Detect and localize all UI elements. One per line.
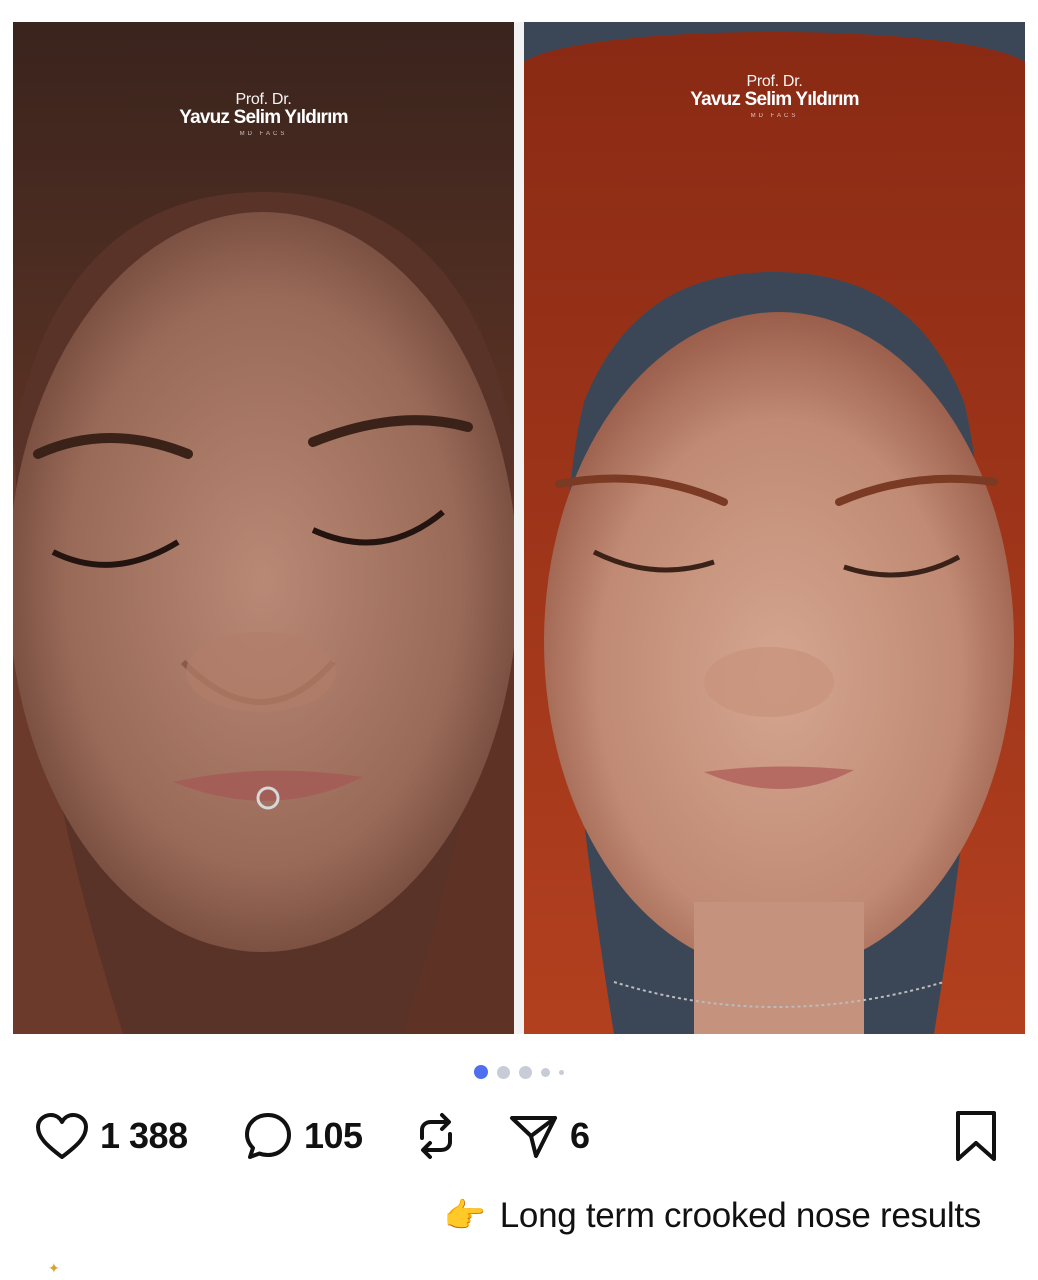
post-caption: 👉 Long term crooked nose results xyxy=(443,1192,982,1240)
comment-button[interactable]: 105 xyxy=(242,1108,363,1164)
watermark-title: Prof. Dr. xyxy=(746,73,803,90)
before-photo: Prof. Dr. Yavuz Selim Yıldırım MD FACS xyxy=(13,22,514,1034)
repost-icon xyxy=(420,1113,452,1159)
carousel-dot[interactable] xyxy=(519,1065,532,1079)
like-count: 1 388 xyxy=(100,1115,188,1156)
watermark-sub: MD FACS xyxy=(750,113,799,119)
watermark-name: Yavuz Selim Yıldırım xyxy=(690,89,859,110)
caption-text: Long term crooked nose results xyxy=(499,1196,982,1235)
save-button[interactable] xyxy=(952,1108,1000,1164)
send-icon xyxy=(510,1116,557,1158)
watermark-sub: MD FACS xyxy=(239,131,288,137)
sparkle-icon: ✦ xyxy=(48,1260,60,1276)
post-action-bar: 1 388 105 6 xyxy=(0,1108,1038,1164)
carousel-dot[interactable] xyxy=(497,1065,510,1079)
heart-icon xyxy=(36,1113,88,1159)
share-count: 6 xyxy=(570,1115,590,1156)
share-button[interactable]: 6 xyxy=(508,1108,590,1164)
after-photo: Prof. Dr. Yavuz Selim Yıldırım MD FACS xyxy=(524,22,1025,1034)
watermark-title: Prof. Dr. xyxy=(235,91,292,108)
carousel-dot[interactable] xyxy=(541,1067,550,1077)
repost-button[interactable] xyxy=(412,1108,460,1164)
carousel-dot-active[interactable] xyxy=(474,1065,488,1079)
carousel-indicator xyxy=(0,1064,1038,1080)
post-image-carousel[interactable]: Prof. Dr. Yavuz Selim Yıldırım MD FACS P… xyxy=(13,22,1025,1034)
carousel-dot[interactable] xyxy=(559,1069,564,1075)
comment-bubble-icon xyxy=(245,1113,291,1159)
bookmark-icon xyxy=(956,1111,996,1161)
like-button[interactable]: 1 388 xyxy=(34,1108,188,1164)
pointing-hand-icon: 👉 xyxy=(443,1197,486,1235)
comment-count: 105 xyxy=(304,1115,363,1156)
watermark-name: Yavuz Selim Yıldırım xyxy=(179,107,348,128)
